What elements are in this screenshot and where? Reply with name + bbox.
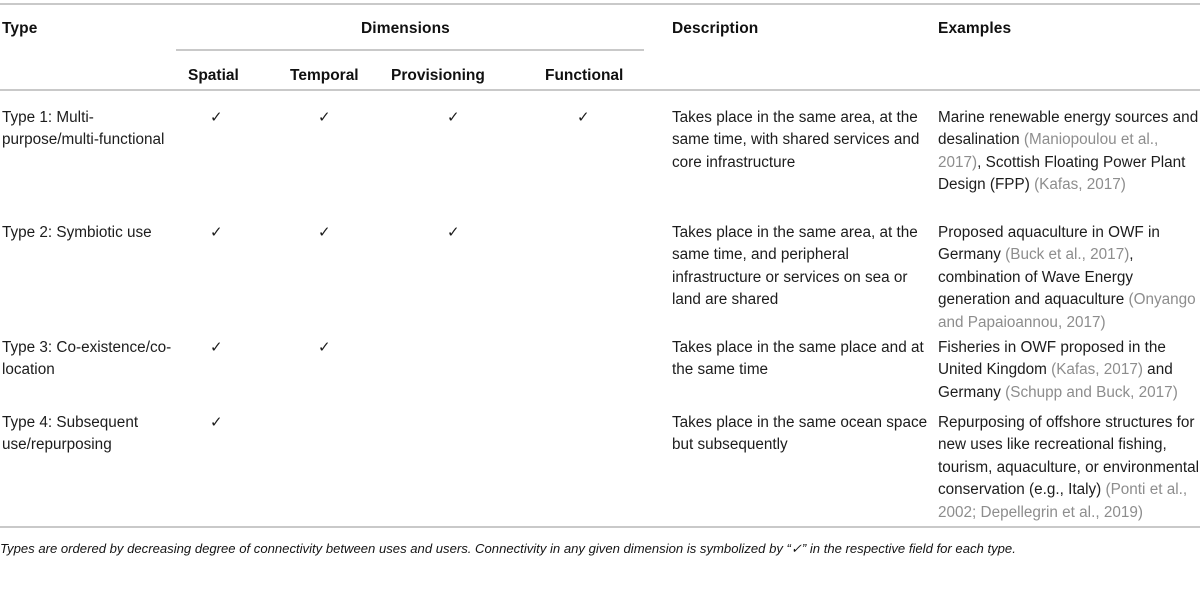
checkmark-icon: ✓ — [447, 109, 460, 126]
citation-reference: (Kafas, 2017) — [1034, 176, 1126, 194]
table-row: Type 4: Subsequent use/repurposing ✓ Takes… — [0, 396, 1200, 526]
cell-examples: Marine renewable energy sources and desa… — [938, 107, 1200, 197]
checkmark-icon: ✓ — [210, 414, 223, 431]
checkmark-icon: ✓ — [210, 224, 223, 241]
checkmark-icon: ✓ — [210, 109, 223, 126]
column-subheader-temporal: Temporal — [290, 67, 359, 84]
table-row: Type 3: Co-existence/co-location ✓ ✓ Takes … — [0, 321, 1200, 401]
checkmark-icon: ✓ — [210, 339, 223, 356]
cell-examples: Fisheries in OWF proposed in the United … — [938, 337, 1200, 404]
table-body: Type 1: Multi-purpose/multi-functional ✓ ✓… — [0, 91, 1200, 526]
table-row: Type 2: Symbiotic use ✓ ✓ ✓ Takes place in t… — [0, 206, 1200, 331]
cell-type: Type 2: Symbiotic use — [2, 224, 152, 241]
dimensions-group-rule — [176, 49, 644, 51]
cell-type: Type 1: Multi-purpose/multi-functional — [2, 109, 165, 149]
table-footnote: Types are ordered by decreasing degree o… — [0, 528, 1192, 558]
table-row: Type 1: Multi-purpose/multi-functional ✓ ✓… — [0, 91, 1200, 206]
column-subheader-provisioning: Provisioning — [391, 67, 485, 84]
cell-examples: Proposed aquaculture in OWF in Germany (… — [938, 222, 1200, 334]
checkmark-icon: ✓ — [577, 109, 590, 126]
table-container: Type Dimensions Description Examples Spa… — [0, 3, 1200, 558]
table-header: Type Dimensions Description Examples Spa… — [0, 5, 1200, 89]
checkmark-icon: ✓ — [318, 224, 331, 241]
cell-description: Takes place in the same area, at the sam… — [672, 224, 918, 309]
column-subheader-functional: Functional — [545, 67, 624, 84]
table-footnote-text: Types are ordered by decreasing degree o… — [0, 541, 1016, 556]
cell-description: Takes place in the same ocean space but … — [672, 414, 928, 454]
checkmark-icon: ✓ — [447, 224, 460, 241]
citation-reference: (Buck et al., 2017) — [1005, 246, 1130, 264]
cell-type: Type 3: Co-existence/co-location — [2, 339, 172, 379]
cell-type: Type 4: Subsequent use/repurposing — [2, 414, 139, 454]
cell-description: Takes place in the same place and at the… — [672, 339, 924, 379]
column-header-description: Description — [672, 20, 759, 37]
checkmark-icon: ✓ — [318, 339, 331, 356]
citation-reference: (Kafas, 2017) — [1051, 361, 1143, 379]
column-subheader-spatial: Spatial — [188, 67, 239, 84]
column-header-type: Type — [2, 20, 38, 37]
checkmark-icon: ✓ — [318, 109, 331, 126]
cell-description: Takes place in the same area, at the sam… — [672, 109, 920, 171]
cell-examples: Repurposing of offshore structures for n… — [938, 412, 1200, 524]
column-header-examples: Examples — [938, 20, 1012, 37]
column-header-dimensions: Dimensions — [361, 20, 450, 37]
